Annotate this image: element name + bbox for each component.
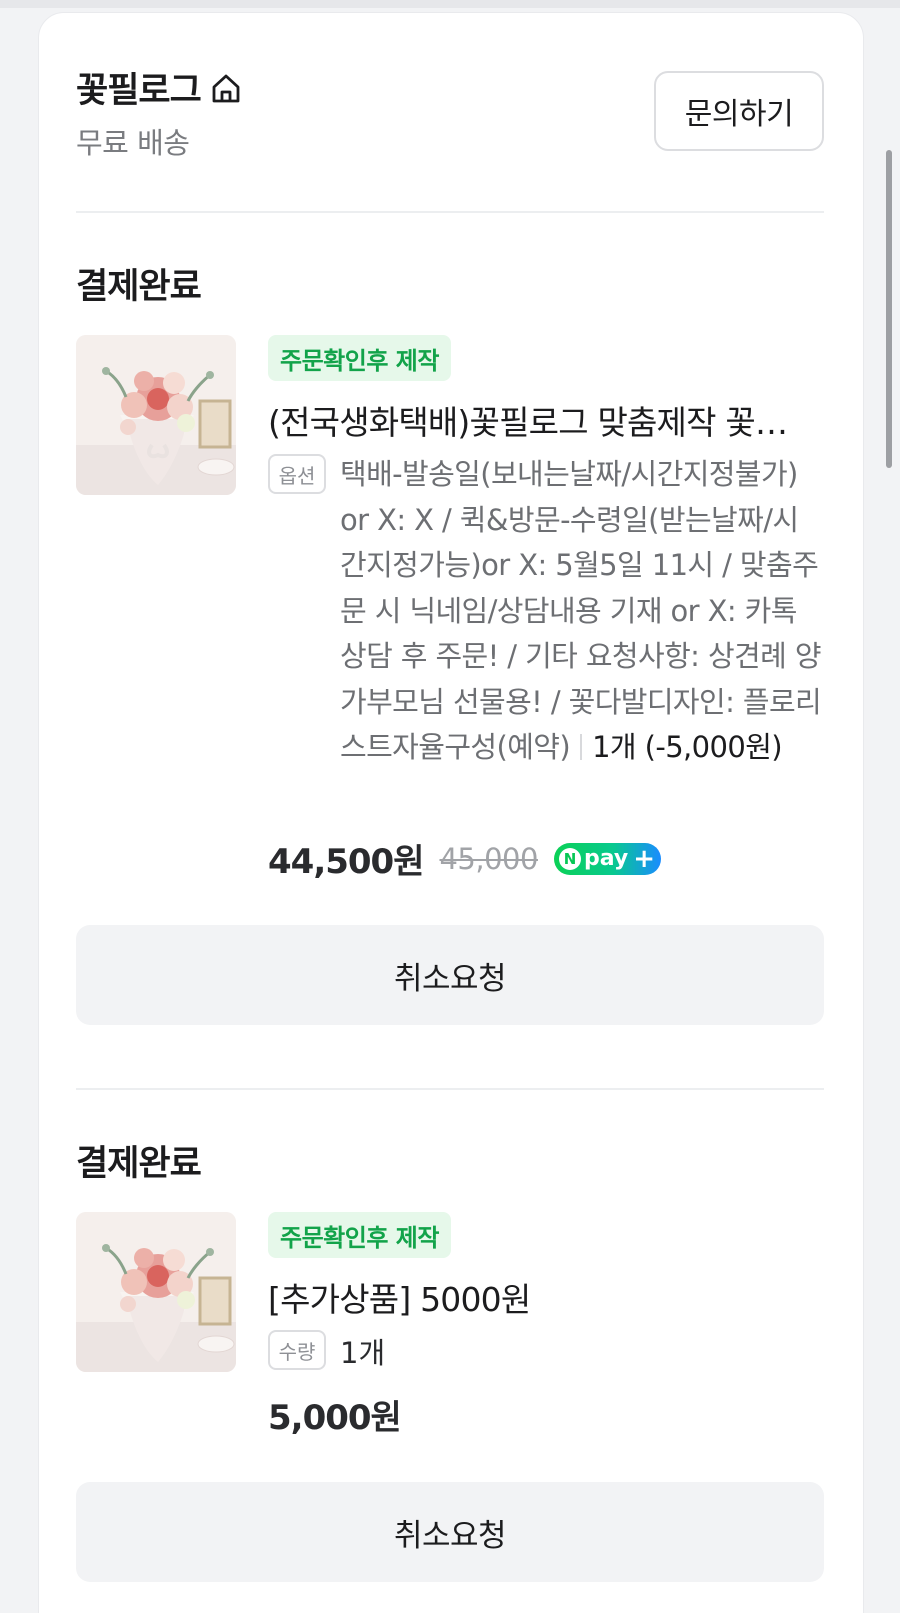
bouquet-image [76,1212,236,1372]
npay-label: pay [583,846,629,871]
option-description: 택배-발송일(보내는날짜/시간지정불가) or X: X / 퀵&방문-수령일(… [340,452,822,771]
original-price: 45,000 [439,841,538,876]
price-row: 5,000원 [268,1390,402,1439]
product-thumbnail[interactable] [76,1212,236,1372]
made-to-order-badge: 주문확인후 제작 [268,335,451,381]
quantity-value: 1개 [340,1336,386,1370]
sale-price: 5,000원 [268,1398,402,1438]
order-detail-page: 꽃필로그 무료 배송 문의하기 결제완료 주문확인후 제작 (전국생화택배)꽃필… [0,0,900,1613]
cancel-request-button[interactable]: 취소요청 [76,925,824,1025]
product-title[interactable]: [추가상품] 5000원 [268,1273,808,1321]
option-quantity: 1개 (-5,000원) [592,730,783,764]
home-icon[interactable] [209,71,243,105]
product-thumbnail[interactable] [76,335,236,495]
inquiry-button[interactable]: 문의하기 [654,71,824,151]
divider [76,211,824,213]
order-card [38,12,864,1613]
product-title[interactable]: (전국생화택배)꽃필로그 맞춤제작 꽃다발 꽃배달 [268,396,808,444]
top-strip [0,0,900,8]
price-row: 44,500원 45,000 N pay + [268,834,662,883]
store-name[interactable]: 꽃필로그 [76,62,202,113]
store-header[interactable]: 꽃필로그 [76,62,243,113]
order-status: 결제완료 [76,1144,202,1184]
scrollbar[interactable] [886,150,892,468]
made-to-order-badge: 주문확인후 제작 [268,1212,451,1258]
separator [580,734,583,760]
divider [76,1088,824,1090]
npay-plus-badge: N pay + [553,842,662,875]
naver-n-icon: N [558,847,581,870]
option-chip: 옵션 [268,454,326,494]
cancel-request-button[interactable]: 취소요청 [76,1482,824,1582]
sale-price: 44,500원 [268,842,424,882]
bouquet-image [76,335,236,495]
quantity-chip: 수량 [268,1330,326,1370]
order-status: 결제완료 [76,267,202,307]
shipping-info: 무료 배송 [76,126,190,160]
option-text: 택배-발송일(보내는날짜/시간지정불가) or X: X / 퀵&방문-수령일(… [340,457,822,764]
plus-icon: + [633,843,656,874]
